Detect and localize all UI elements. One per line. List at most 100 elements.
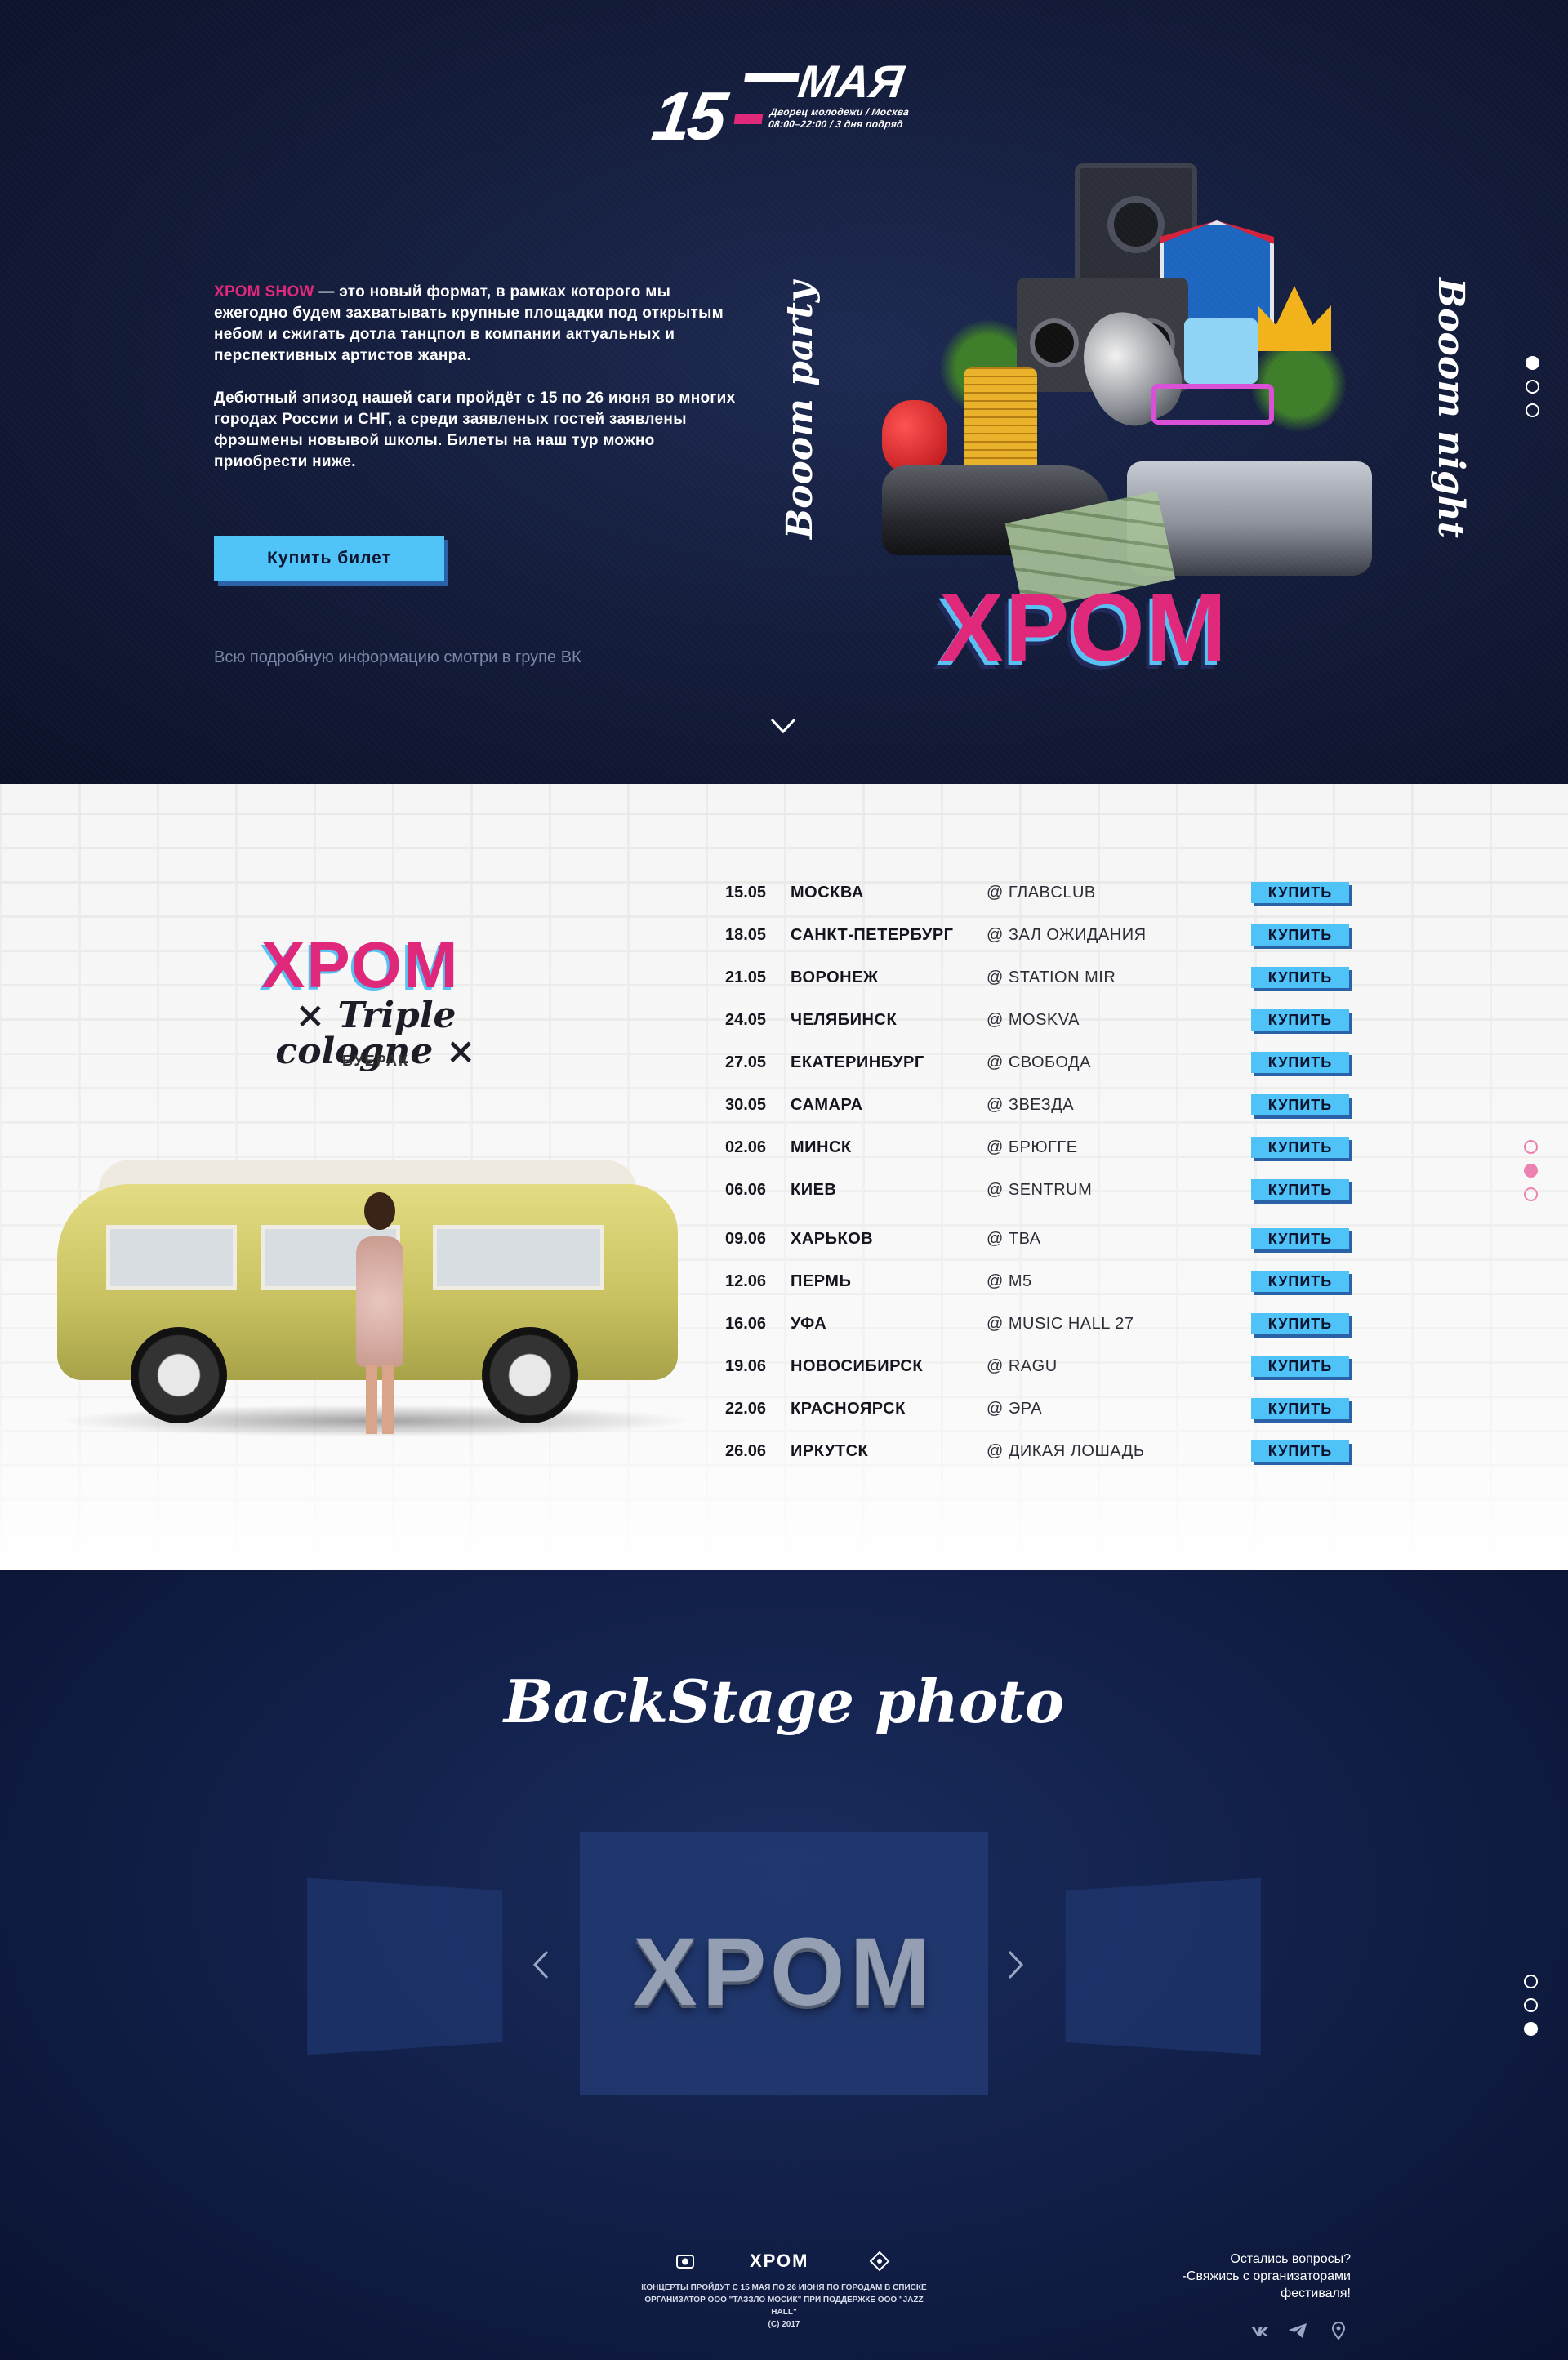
- tour-schedule-section: ХРОМ × Triple cologne × БУЕРАК 15.05 МОСК…: [0, 784, 1568, 1570]
- tour-date: 15.05: [725, 884, 767, 902]
- backstage-slide-next[interactable]: [1065, 1877, 1261, 2055]
- tour-city: КРАСНОЯРСК: [791, 1400, 906, 1418]
- buy-ticket-button[interactable]: Купить билет: [214, 536, 444, 581]
- pagination-dot[interactable]: [1524, 1140, 1538, 1154]
- pagination-dot[interactable]: [1526, 380, 1539, 394]
- booom-party-label: Booom party: [779, 281, 821, 539]
- buy-row-button[interactable]: КУПИТЬ: [1251, 1094, 1349, 1115]
- buy-row-button[interactable]: КУПИТЬ: [1251, 924, 1349, 946]
- hero-pagination: [1526, 356, 1542, 427]
- telegram-icon[interactable]: [1287, 2321, 1308, 2340]
- tour-date: 27.05: [725, 1053, 767, 1071]
- tour-row: 15.05 МОСКВА @ ГЛАВCLUB КУПИТЬ: [725, 880, 1362, 905]
- tour-date: 30.05: [725, 1096, 767, 1114]
- backstage-section: BackStage photo ХРОМ ХРОМ КОНЦЕРТЫ ПРОЙД…: [0, 1570, 1568, 2360]
- tour-row: 02.06 МИНСК @ БРЮГГЕ КУПИТЬ: [725, 1135, 1362, 1160]
- tour-venue: @ MOSKVA: [987, 1011, 1080, 1029]
- legal-line: ОРГАНИЗАТОР ООО "ТАЗЗЛО МОСИК" ПРИ ПОДДЕ…: [644, 2295, 924, 2317]
- boxing-glove-image: [882, 400, 947, 474]
- buy-row-button[interactable]: КУПИТЬ: [1251, 1052, 1349, 1073]
- footer-contact: Остались вопросы? -Свяжись с организатор…: [1127, 2251, 1351, 2302]
- chevron-right-icon[interactable]: [1006, 1948, 1026, 1981]
- tour-row: 24.05 ЧЕЛЯБИНСК @ MOSKVA КУПИТЬ: [725, 1008, 1362, 1032]
- tour-date: 09.06: [725, 1230, 767, 1248]
- date-bar-decoration: [744, 73, 800, 82]
- vk-info-link[interactable]: Всю подробную информацию смотри в групе …: [214, 649, 581, 666]
- footer-logo[interactable]: ХРОМ: [750, 2252, 809, 2270]
- buy-row-button[interactable]: КУПИТЬ: [1251, 1271, 1349, 1292]
- tour-date: 02.06: [725, 1138, 767, 1156]
- hero-collage-image: ХРОМ: [882, 163, 1388, 686]
- tour-date: 22.06: [725, 1400, 767, 1418]
- tour-date: 26.06: [725, 1442, 767, 1460]
- tour-city: НОВОСИБИРСК: [791, 1357, 924, 1375]
- pagination-dot[interactable]: [1524, 1998, 1538, 2012]
- backstage-slide-prev[interactable]: [307, 1877, 503, 2055]
- hero-section: 15 МАЯ Дворец молодежи / Москва 08:00–22…: [0, 0, 1568, 784]
- tour-date: 21.05: [725, 968, 767, 986]
- event-date-month: МАЯ: [795, 56, 907, 107]
- tour-venue: @ ЭРА: [987, 1400, 1043, 1418]
- tour-venue: @ СВОБОДА: [987, 1053, 1091, 1071]
- tour-venue: @ ГЛАВCLUB: [987, 884, 1096, 902]
- legal-line: (С) 2017: [768, 2320, 800, 2329]
- tour-city: ПЕРМЬ: [791, 1272, 852, 1290]
- contact-line: -Свяжись с организаторами: [1182, 2269, 1351, 2283]
- buy-row-button[interactable]: КУПИТЬ: [1251, 1356, 1349, 1377]
- tour-city: ЧЕЛЯБИНСК: [791, 1011, 898, 1029]
- tour-date: 16.06: [725, 1315, 767, 1333]
- pagination-dot[interactable]: [1524, 1975, 1538, 1988]
- vk-icon[interactable]: [1250, 2321, 1271, 2340]
- buy-row-button[interactable]: КУПИТЬ: [1251, 1009, 1349, 1031]
- tour-row: 09.06 ХАРЬКОВ @ ТВА КУПИТЬ: [725, 1227, 1362, 1251]
- date-pink-bar: [733, 114, 764, 124]
- tour-row: 27.05 ЕКАТЕРИНБУРГ @ СВОБОДА КУПИТЬ: [725, 1050, 1362, 1075]
- van-photo: [24, 1135, 702, 1445]
- pagination-dot[interactable]: [1526, 403, 1539, 417]
- legal-line: КОНЦЕРТЫ ПРОЙДУТ С 15 МАЯ ПО 26 ИЮНЯ ПО …: [641, 2283, 927, 2292]
- woman-figure: [351, 1192, 408, 1437]
- coins-image: [964, 367, 1037, 482]
- buy-row-button[interactable]: КУПИТЬ: [1251, 1179, 1349, 1200]
- tour-city: САМАРА: [791, 1096, 863, 1114]
- pagination-dot[interactable]: [1524, 1164, 1538, 1178]
- backstage-title: BackStage photo: [503, 1667, 1065, 1736]
- tour-row: 21.05 ВОРОНЕЖ @ STATION MIR КУПИТЬ: [725, 965, 1362, 990]
- intro-brand: ХРОМ SHOW: [214, 283, 314, 301]
- buy-row-button[interactable]: КУПИТЬ: [1251, 1398, 1349, 1419]
- buy-row-button[interactable]: КУПИТЬ: [1251, 882, 1349, 903]
- tour-city: УФА: [791, 1315, 827, 1333]
- woman-dress: [356, 1236, 403, 1367]
- tour-date: 19.06: [725, 1357, 767, 1375]
- tour-venue: @ ЗВЕЗДА: [987, 1096, 1075, 1114]
- buy-row-button[interactable]: КУПИТЬ: [1251, 1313, 1349, 1334]
- pagination-dot[interactable]: [1524, 1187, 1538, 1201]
- scroll-down-icon[interactable]: [769, 717, 797, 735]
- pagination-dot[interactable]: [1526, 356, 1539, 370]
- buy-row-button[interactable]: КУПИТЬ: [1251, 967, 1349, 988]
- pagination-dot[interactable]: [1524, 2022, 1538, 2036]
- intro-text: ХРОМ SHOW — это новый формат, в рамках к…: [214, 282, 745, 473]
- buy-row-button[interactable]: КУПИТЬ: [1251, 1228, 1349, 1249]
- buy-row-button[interactable]: КУПИТЬ: [1251, 1137, 1349, 1158]
- booom-night-label: Booom night: [1430, 278, 1472, 538]
- woman-legs: [366, 1365, 394, 1434]
- badge-icon[interactable]: [869, 2251, 890, 2272]
- footer-legal: КОНЦЕРТЫ ПРОЙДУТ С 15 МАЯ ПО 26 ИЮНЯ ПО …: [637, 2282, 931, 2331]
- tour-row: 19.06 НОВОСИБИРСК @ RAGU КУПИТЬ: [725, 1354, 1362, 1378]
- tour-city: КИЕВ: [791, 1181, 837, 1199]
- tour-date: 06.06: [725, 1181, 767, 1199]
- tour-venue: @ SENTRUM: [987, 1181, 1093, 1199]
- footer: ХРОМ КОНЦЕРТЫ ПРОЙДУТ С 15 МАЯ ПО 26 ИЮН…: [0, 2239, 1568, 2360]
- tour-pagination: [1524, 1140, 1540, 1211]
- chevron-left-icon[interactable]: [531, 1948, 550, 1981]
- location-icon[interactable]: [1328, 2321, 1349, 2340]
- tour-city: МИНСК: [791, 1138, 852, 1156]
- backstage-slide-current[interactable]: ХРОМ: [580, 1832, 988, 2095]
- buy-row-button[interactable]: КУПИТЬ: [1251, 1440, 1349, 1462]
- hrom-logo: ХРОМ: [939, 574, 1228, 682]
- camera-icon[interactable]: [675, 2251, 696, 2272]
- shutter-glasses-image: [1152, 384, 1274, 425]
- tour-city: ИРКУТСК: [791, 1442, 869, 1460]
- tour-row: 26.06 ИРКУТСК @ ДИКАЯ ЛОШАДЬ КУПИТЬ: [725, 1439, 1362, 1463]
